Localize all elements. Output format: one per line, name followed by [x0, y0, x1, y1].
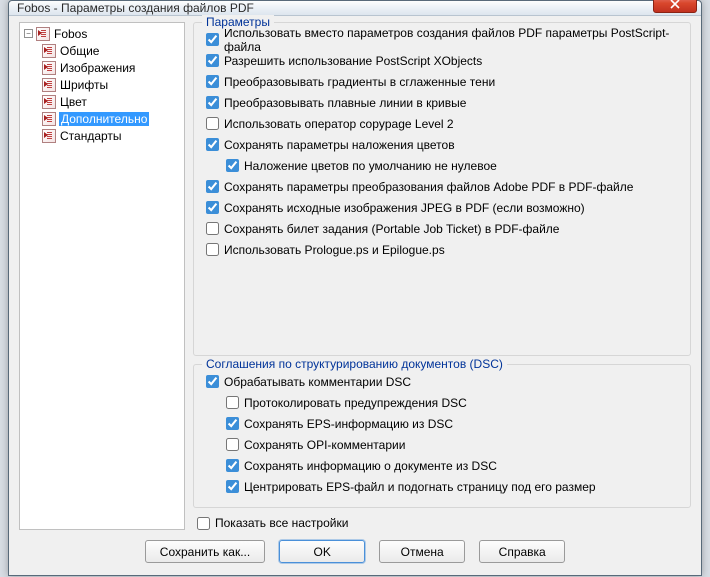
checkbox-row: Сохранять OPI-комментарии	[226, 436, 682, 453]
tree-item-images[interactable]: Изображения	[20, 59, 184, 76]
dialog-window: Fobos - Параметры создания файлов PDF − …	[8, 0, 702, 576]
option-checkbox[interactable]	[206, 33, 219, 46]
tree-item-standards[interactable]: Стандарты	[20, 127, 184, 144]
option-label: Сохранять OPI-комментарии	[244, 438, 405, 452]
option-label: Преобразовывать плавные линии в кривые	[224, 96, 466, 110]
option-label: Сохранять информацию о документе из DSC	[244, 459, 497, 473]
nav-tree[interactable]: − Fobos Общие Изображения Шрифты Цвет	[19, 22, 185, 530]
save-as-button[interactable]: Сохранить как...	[145, 540, 265, 563]
checkbox-row: Сохранять исходные изображения JPEG в PD…	[206, 199, 682, 216]
option-label: Сохранять билет задания (Portable Job Ti…	[224, 222, 559, 236]
close-button[interactable]	[653, 0, 697, 13]
option-label: Преобразовывать градиенты в сглаженные т…	[224, 75, 495, 89]
group-title: Соглашения по структурированию документо…	[202, 357, 507, 371]
option-label: Разрешить использование PostScript XObje…	[224, 54, 482, 68]
checkbox-row: Использовать вместо параметров создания …	[206, 31, 682, 48]
option-label: Сохранять параметры наложения цветов	[224, 138, 455, 152]
option-checkbox[interactable]	[206, 201, 219, 214]
checkbox-row: Протоколировать предупреждения DSC	[226, 394, 682, 411]
pdf-icon	[42, 112, 56, 126]
tree-label: Fobos	[53, 27, 88, 41]
window-title: Fobos - Параметры создания файлов PDF	[17, 1, 254, 15]
checkbox-row: Разрешить использование PostScript XObje…	[206, 52, 682, 69]
pdf-icon	[36, 27, 50, 41]
content-area: − Fobos Общие Изображения Шрифты Цвет	[9, 16, 701, 530]
option-label: Использовать вместо параметров создания …	[224, 26, 682, 54]
option-checkbox[interactable]	[206, 243, 219, 256]
option-label: Сохранять EPS-информацию из DSC	[244, 417, 453, 431]
collapse-icon[interactable]: −	[24, 29, 33, 38]
option-checkbox[interactable]	[206, 54, 219, 67]
checkbox-row: Использовать Prologue.ps и Epilogue.ps	[206, 241, 682, 258]
checkbox-row: Обрабатывать комментарии DSC	[206, 373, 682, 390]
pdf-icon	[42, 95, 56, 109]
checkbox-row: Наложение цветов по умолчанию не нулевое	[226, 157, 682, 174]
show-all-row: Показать все настройки	[197, 516, 691, 530]
option-checkbox[interactable]	[226, 396, 239, 409]
show-all-label: Показать все настройки	[215, 516, 348, 530]
pdf-icon	[42, 129, 56, 143]
titlebar: Fobos - Параметры создания файлов PDF	[9, 1, 701, 16]
option-checkbox[interactable]	[206, 222, 219, 235]
show-all-checkbox[interactable]	[197, 517, 210, 530]
option-label: Сохранять параметры преобразования файло…	[224, 180, 633, 194]
option-label: Использовать оператор copypage Level 2	[224, 117, 454, 131]
checkbox-row: Преобразовывать градиенты в сглаженные т…	[206, 73, 682, 90]
checkbox-row: Сохранять параметры преобразования файло…	[206, 178, 682, 195]
option-checkbox[interactable]	[206, 96, 219, 109]
option-label: Обрабатывать комментарии DSC	[224, 375, 411, 389]
checkbox-row: Преобразовывать плавные линии в кривые	[206, 94, 682, 111]
tree-item-general[interactable]: Общие	[20, 42, 184, 59]
tree-label: Цвет	[59, 95, 88, 109]
option-label: Центрировать EPS-файл и подогнать страни…	[244, 480, 596, 494]
tree-item-fonts[interactable]: Шрифты	[20, 76, 184, 93]
pdf-icon	[42, 44, 56, 58]
option-label: Использовать Prologue.ps и Epilogue.ps	[224, 243, 445, 257]
group-parameters: Параметры Использовать вместо параметров…	[193, 22, 691, 356]
option-label: Протоколировать предупреждения DSC	[244, 396, 467, 410]
option-checkbox[interactable]	[206, 180, 219, 193]
group-dsc: Соглашения по структурированию документо…	[193, 364, 691, 508]
tree-item-advanced[interactable]: Дополнительно	[20, 110, 184, 127]
cancel-button[interactable]: Отмена	[379, 540, 465, 563]
button-bar: Сохранить как... OK Отмена Справка	[9, 530, 701, 577]
checkbox-row: Сохранять информацию о документе из DSC	[226, 457, 682, 474]
option-checkbox[interactable]	[226, 459, 239, 472]
settings-panel: Параметры Использовать вместо параметров…	[193, 22, 691, 530]
tree-root-fobos[interactable]: − Fobos	[20, 25, 184, 42]
help-button[interactable]: Справка	[479, 540, 565, 563]
option-checkbox[interactable]	[226, 417, 239, 430]
pdf-icon	[42, 61, 56, 75]
option-checkbox[interactable]	[206, 117, 219, 130]
option-checkbox[interactable]	[226, 438, 239, 451]
checkbox-row: Сохранять параметры наложения цветов	[206, 136, 682, 153]
option-checkbox[interactable]	[226, 480, 239, 493]
option-checkbox[interactable]	[206, 75, 219, 88]
checkbox-row: Сохранять EPS-информацию из DSC	[226, 415, 682, 432]
pdf-icon	[42, 78, 56, 92]
tree-item-color[interactable]: Цвет	[20, 93, 184, 110]
ok-button[interactable]: OK	[279, 540, 365, 563]
option-label: Сохранять исходные изображения JPEG в PD…	[224, 201, 585, 215]
option-checkbox[interactable]	[226, 159, 239, 172]
checkbox-row: Центрировать EPS-файл и подогнать страни…	[226, 478, 682, 495]
option-checkbox[interactable]	[206, 138, 219, 151]
close-icon	[670, 0, 680, 9]
tree-label: Общие	[59, 44, 100, 58]
option-label: Наложение цветов по умолчанию не нулевое	[244, 159, 497, 173]
tree-label: Изображения	[59, 61, 136, 75]
checkbox-row: Сохранять билет задания (Portable Job Ti…	[206, 220, 682, 237]
checkbox-row: Использовать оператор copypage Level 2	[206, 115, 682, 132]
tree-label: Дополнительно	[59, 112, 149, 126]
tree-label: Шрифты	[59, 78, 109, 92]
group-title: Параметры	[202, 15, 274, 29]
tree-label: Стандарты	[59, 129, 123, 143]
option-checkbox[interactable]	[206, 375, 219, 388]
